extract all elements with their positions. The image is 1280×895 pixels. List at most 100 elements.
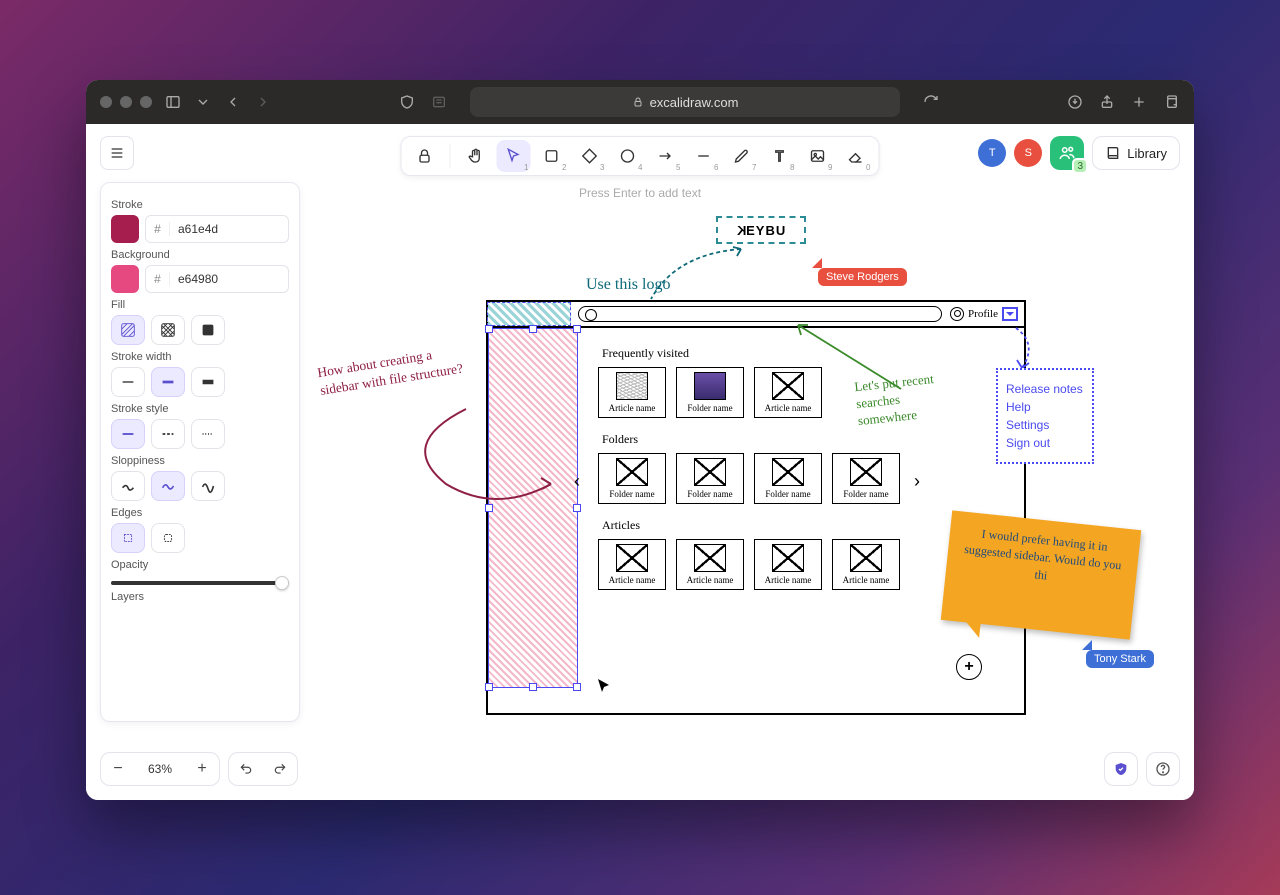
width-thin[interactable]	[111, 367, 145, 397]
style-dashed[interactable]	[151, 419, 185, 449]
ellipse-tool[interactable]: 4	[611, 140, 645, 172]
share-button[interactable]: 3	[1050, 136, 1084, 170]
add-fab[interactable]: +	[956, 654, 982, 680]
style-solid[interactable]	[111, 419, 145, 449]
edge-sharp[interactable]	[111, 523, 145, 553]
line-tool[interactable]: 6	[687, 140, 721, 172]
select-tool[interactable]: 1	[497, 140, 531, 172]
stroke-swatch[interactable]	[111, 215, 139, 243]
fill-hachure[interactable]	[111, 315, 145, 345]
profile-icon	[950, 307, 964, 321]
reader-icon[interactable]	[430, 93, 448, 111]
dropdown-item[interactable]: Sign out	[1006, 436, 1084, 450]
background-label: Background	[111, 249, 289, 261]
arrow-dropdown	[1008, 324, 1048, 374]
logo-element[interactable]: KEYBU	[716, 216, 806, 244]
annotation-sidebar: How about creating a sidebar with file s…	[316, 340, 475, 400]
stroke-label: Stroke	[111, 199, 289, 211]
slop-artist[interactable]	[151, 471, 185, 501]
hamburger-icon	[109, 145, 125, 161]
undo-button[interactable]	[229, 762, 263, 776]
minimize-icon[interactable]	[120, 96, 132, 108]
slop-cartoon[interactable]	[191, 471, 225, 501]
layers-label: Layers	[111, 591, 289, 603]
folder-card[interactable]: Folder name	[598, 453, 666, 504]
article-card[interactable]: Article name	[598, 539, 666, 590]
lock-icon	[632, 96, 644, 108]
eraser-tool[interactable]: 0	[839, 140, 873, 172]
fill-solid[interactable]	[191, 315, 225, 345]
freq-card[interactable]: Article name	[598, 367, 666, 418]
rectangle-tool[interactable]: 2	[535, 140, 569, 172]
zoom-in-button[interactable]: +	[185, 760, 219, 778]
carousel-next-icon[interactable]: ›	[914, 471, 920, 492]
avatar-t[interactable]: T	[978, 139, 1006, 167]
freq-card[interactable]: Folder name	[676, 367, 744, 418]
tool-toolbar: 1 2 3 4 5 6 7 8 9 0	[401, 136, 880, 176]
shield-icon[interactable]	[398, 93, 416, 111]
background-hex-input[interactable]: #e64980	[145, 265, 289, 293]
diamond-tool[interactable]: 3	[573, 140, 607, 172]
carousel-prev-icon[interactable]: ‹	[574, 471, 580, 492]
slop-arch[interactable]	[111, 471, 145, 501]
article-card[interactable]: Article name	[832, 539, 900, 590]
tab-dropdown-icon[interactable]	[194, 93, 212, 111]
width-med[interactable]	[151, 367, 185, 397]
draw-tool[interactable]: 7	[725, 140, 759, 172]
reload-icon[interactable]	[922, 93, 940, 111]
forward-icon[interactable]	[254, 93, 272, 111]
article-card[interactable]: Article name	[754, 539, 822, 590]
stroke-hex-input[interactable]: #a61e4d	[145, 215, 289, 243]
tabs-icon[interactable]	[1162, 93, 1180, 111]
menu-button[interactable]	[100, 136, 134, 170]
text-tool[interactable]: 8	[763, 140, 797, 172]
background-swatch[interactable]	[111, 265, 139, 293]
image-tool[interactable]: 9	[801, 140, 835, 172]
sticky-note[interactable]: I would prefer having it in suggested si…	[941, 510, 1141, 639]
library-button[interactable]: Library	[1092, 136, 1180, 170]
dropdown-item[interactable]: Help	[1006, 400, 1084, 414]
url-bar[interactable]: excalidraw.com	[470, 87, 900, 117]
download-icon[interactable]	[1066, 93, 1084, 111]
browser-window: excalidraw.com 1 2 3 4 5 6 7 8	[86, 80, 1194, 800]
maximize-icon[interactable]	[140, 96, 152, 108]
folder-card[interactable]: Folder name	[832, 453, 900, 504]
wireframe-frame[interactable]: Profile Frequently visited Article name …	[486, 300, 1026, 715]
arrow-search	[786, 319, 916, 399]
help-button[interactable]	[1146, 752, 1180, 786]
zoom-out-button[interactable]: −	[101, 760, 135, 778]
edge-round[interactable]	[151, 523, 185, 553]
share-count-badge: 3	[1072, 158, 1088, 174]
redo-button[interactable]	[263, 762, 297, 776]
hand-tool[interactable]	[459, 140, 493, 172]
avatar-s[interactable]: S	[1014, 139, 1042, 167]
dropdown-item[interactable]: Release notes	[1006, 382, 1084, 396]
fill-label: Fill	[111, 299, 289, 311]
opacity-slider[interactable]	[111, 581, 289, 585]
style-dotted[interactable]	[191, 419, 225, 449]
sidebar-toggle-icon[interactable]	[164, 93, 182, 111]
cursor-label-steve: Steve Rodgers	[818, 268, 907, 286]
dropdown-menu[interactable]: Release notes Help Settings Sign out	[996, 368, 1094, 464]
width-thick[interactable]	[191, 367, 225, 397]
fill-cross[interactable]	[151, 315, 185, 345]
article-card[interactable]: Article name	[676, 539, 744, 590]
library-label: Library	[1127, 146, 1167, 161]
close-icon[interactable]	[100, 96, 112, 108]
lock-tool[interactable]	[408, 140, 442, 172]
folder-card[interactable]: Folder name	[676, 453, 744, 504]
window-controls[interactable]	[100, 96, 152, 108]
arrow-sidebar	[386, 404, 566, 504]
profile-dropdown-icon[interactable]	[1002, 307, 1018, 321]
new-tab-icon[interactable]	[1130, 93, 1148, 111]
shield-badge[interactable]	[1104, 752, 1138, 786]
wireframe-logo-slot[interactable]	[487, 302, 571, 326]
back-icon[interactable]	[224, 93, 242, 111]
zoom-value[interactable]: 63%	[135, 762, 185, 776]
arrow-tool[interactable]: 5	[649, 140, 683, 172]
url-text: excalidraw.com	[650, 95, 739, 110]
dropdown-item[interactable]: Settings	[1006, 418, 1084, 432]
share-icon[interactable]	[1098, 93, 1116, 111]
folder-card[interactable]: Folder name	[754, 453, 822, 504]
wireframe-sidebar-selected[interactable]	[488, 328, 578, 688]
